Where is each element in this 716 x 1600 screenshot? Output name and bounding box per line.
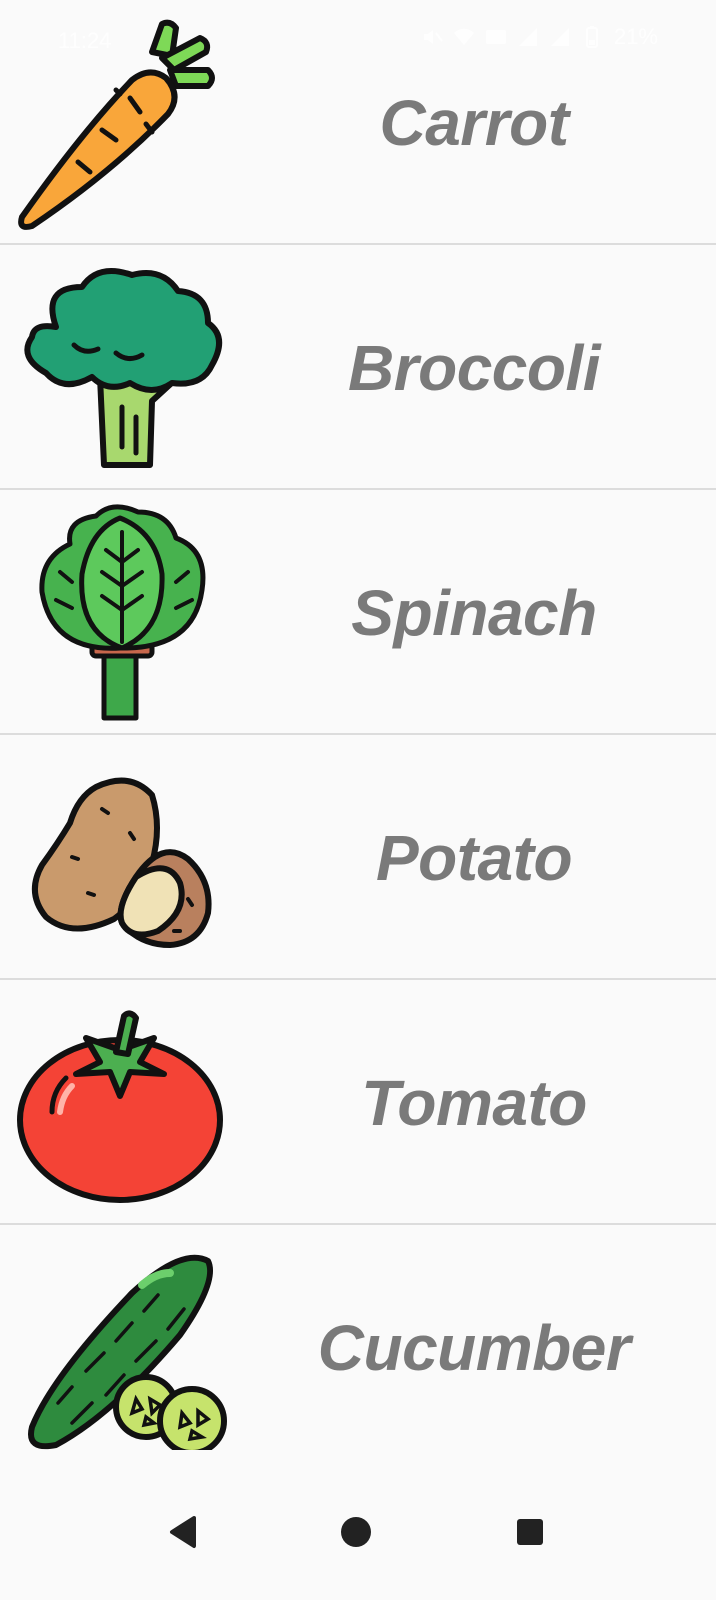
list-item-cucumber[interactable]: Cucumber (0, 1225, 716, 1470)
vegetable-name: Cucumber (317, 1311, 631, 1384)
home-button[interactable] (326, 1502, 386, 1562)
vegetable-list: Carrot Broccoli Spinach Potato Tomato Cu… (0, 0, 716, 1470)
tomato-icon (12, 992, 232, 1212)
vegetable-name: Tomato (361, 1066, 587, 1139)
back-icon (170, 1516, 196, 1548)
carrot-icon (12, 12, 232, 232)
vegetable-name: Potato (375, 821, 573, 894)
list-item-broccoli[interactable]: Broccoli (0, 245, 716, 490)
recents-icon (517, 1519, 543, 1545)
spinach-icon (12, 502, 232, 722)
list-item-carrot[interactable]: Carrot (0, 0, 716, 245)
navigation-bar (0, 1450, 716, 1600)
vegetable-name: Carrot (379, 86, 569, 159)
home-icon (341, 1517, 371, 1547)
vegetable-name: Spinach (351, 576, 597, 649)
vegetable-name: Broccoli (347, 331, 601, 404)
list-item-spinach[interactable]: Spinach (0, 490, 716, 735)
potato-icon (12, 747, 232, 967)
cucumber-icon (12, 1237, 232, 1457)
broccoli-icon (12, 257, 232, 477)
back-button[interactable] (154, 1502, 214, 1562)
list-item-potato[interactable]: Potato (0, 735, 716, 980)
list-item-tomato[interactable]: Tomato (0, 980, 716, 1225)
recents-button[interactable] (500, 1502, 560, 1562)
